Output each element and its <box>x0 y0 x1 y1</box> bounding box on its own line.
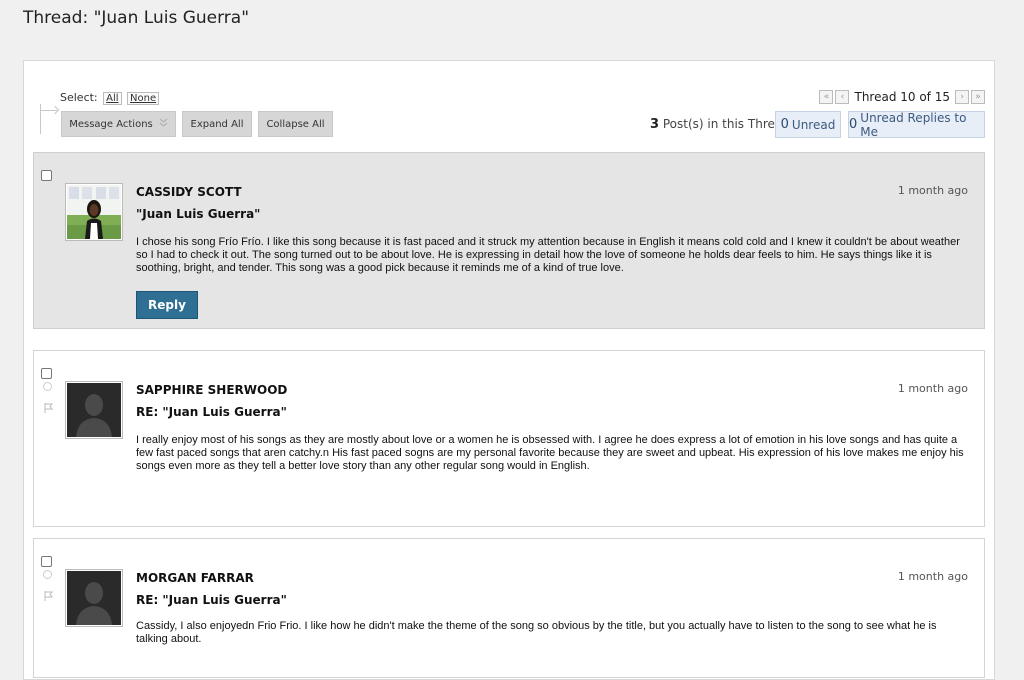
post-author[interactable]: CASSIDY SCOTT <box>136 185 242 199</box>
expand-all-button[interactable]: Expand All <box>182 111 252 137</box>
select-row: Select: All None <box>60 91 160 105</box>
double-chevron-left-icon[interactable]: « <box>819 90 834 104</box>
unread-replies-label: Unread Replies to Me <box>860 110 967 139</box>
unread-count: 0 <box>780 117 789 132</box>
flag-icon[interactable] <box>44 398 54 413</box>
post-item: SAPPHIRE SHERWOOD RE: "Juan Luis Guerra"… <box>33 350 985 527</box>
post-checkbox[interactable] <box>41 556 52 567</box>
selection-arrow-icon <box>40 104 58 134</box>
post-subject: "Juan Luis Guerra" <box>136 207 261 221</box>
unread-badge[interactable]: 0 Unread <box>775 111 841 138</box>
thread-pager: « ‹ Thread 10 of 15 › » <box>818 90 986 104</box>
reply-button[interactable]: Reply <box>136 291 198 319</box>
select-none-link[interactable]: None <box>127 92 160 105</box>
read-status-icon[interactable] <box>43 382 52 391</box>
chevron-right-icon[interactable]: › <box>955 90 969 104</box>
post-time: 1 month ago <box>897 184 968 197</box>
pager-text: Thread 10 of 15 <box>854 90 950 104</box>
post-author[interactable]: SAPPHIRE SHERWOOD <box>136 383 287 397</box>
page-title: Thread: "Juan Luis Guerra" <box>23 8 250 28</box>
double-chevron-right-icon[interactable]: » <box>971 90 985 104</box>
unread-replies-badge[interactable]: 0 Unread Replies to Me <box>848 110 985 139</box>
post-author[interactable]: MORGAN FARRAR <box>136 571 254 585</box>
post-body: Cassidy, I also enjoyedn Frio Frio. I li… <box>136 620 937 645</box>
flag-icon[interactable] <box>44 586 54 601</box>
select-all-link[interactable]: All <box>103 92 122 105</box>
post-time: 1 month ago <box>897 382 968 395</box>
select-label: Select: <box>60 91 98 104</box>
post-item: MORGAN FARRAR RE: "Juan Luis Guerra" 1 m… <box>33 538 985 678</box>
unread-label: Unread <box>791 117 836 132</box>
message-actions-button[interactable]: Message Actions <box>61 111 176 137</box>
read-status-icon[interactable] <box>43 570 52 579</box>
post-count: 3 Post(s) in this Thread <box>650 117 790 132</box>
avatar <box>65 183 123 241</box>
post-subject: RE: "Juan Luis Guerra" <box>136 593 287 607</box>
post-count-label: Post(s) in this Thread <box>662 117 790 131</box>
post-checkbox[interactable] <box>41 170 52 181</box>
collapse-all-button[interactable]: Collapse All <box>258 111 333 137</box>
post-body: I chose his song Frío Frío. I like this … <box>136 236 960 274</box>
post-count-number: 3 <box>650 117 660 132</box>
chevron-left-icon[interactable]: ‹ <box>835 90 850 104</box>
post-checkbox[interactable] <box>41 368 52 379</box>
post-body: I really enjoy most of his songs as they… <box>136 434 964 472</box>
post-subject: RE: "Juan Luis Guerra" <box>136 405 287 419</box>
unread-replies-count: 0 <box>849 117 858 132</box>
double-chevron-down-icon <box>159 118 168 130</box>
avatar <box>65 381 123 439</box>
message-actions-label: Message Actions <box>69 118 153 130</box>
post-time: 1 month ago <box>897 570 968 583</box>
avatar <box>65 569 123 627</box>
post-item: CASSIDY SCOTT "Juan Luis Guerra" 1 month… <box>33 152 985 329</box>
